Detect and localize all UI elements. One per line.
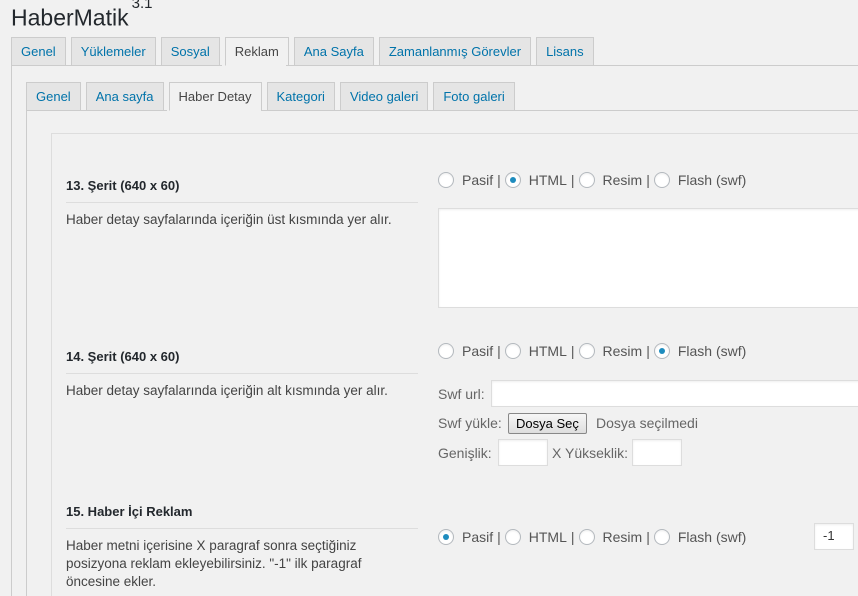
section-15-title: 15. Haber İçi Reklam bbox=[66, 504, 193, 519]
app-title: HaberMatik3.1 bbox=[11, 0, 152, 32]
section-15-description: Haber metni içerisine X paragraf sonra s… bbox=[66, 538, 362, 589]
sub-tab-kategori[interactable]: Kategori bbox=[266, 82, 335, 111]
main-tab-baseline-left bbox=[11, 65, 222, 66]
radio-separator: | bbox=[646, 343, 650, 359]
section-15-radio-group: Pasif | HTML | Resim | Flash (swf) bbox=[438, 529, 746, 545]
radio-label: Pasif bbox=[462, 529, 494, 545]
main-tab-bar: Genel Yüklemeler Sosyal Reklam Ana Sayfa… bbox=[11, 37, 599, 66]
section-13-description: Haber detay sayfalarında içeriğin üst kı… bbox=[66, 212, 392, 227]
section-14-radio-html[interactable]: HTML bbox=[504, 343, 567, 359]
radio-separator: | bbox=[646, 529, 650, 545]
radio-label: HTML bbox=[528, 172, 567, 188]
section-15-radio-html[interactable]: HTML bbox=[504, 529, 567, 545]
section-14-radio-flash[interactable]: Flash (swf) bbox=[653, 343, 747, 359]
radio-label: Resim bbox=[602, 529, 643, 545]
paragraph-number-input[interactable]: -1 bbox=[814, 523, 854, 550]
section-14-description: Haber detay sayfalarında içeriğin alt kı… bbox=[66, 383, 388, 398]
radio-label: Flash (swf) bbox=[677, 343, 747, 359]
radio-label: Resim bbox=[602, 343, 643, 359]
choose-file-button[interactable]: Dosya Seç bbox=[508, 413, 587, 434]
section-15-radio-pasif[interactable]: Pasif bbox=[438, 529, 493, 545]
radio-separator: | bbox=[497, 343, 501, 359]
section-13-radio-flash[interactable]: Flash (swf) bbox=[653, 172, 747, 188]
radio-dot[interactable] bbox=[653, 529, 670, 545]
sub-tab-genel[interactable]: Genel bbox=[26, 82, 81, 111]
main-tab-baseline-right bbox=[286, 65, 858, 66]
section-13-title: 13. Şerit (640 x 60) bbox=[66, 178, 180, 193]
sub-tab-baseline-left bbox=[26, 110, 167, 111]
main-tab-lisans[interactable]: Lisans bbox=[536, 37, 594, 66]
radio-dot[interactable] bbox=[578, 172, 595, 188]
sub-tab-bar: Genel Ana sayfa Haber Detay Kategori Vid… bbox=[26, 82, 520, 111]
app-version: 3.1 bbox=[131, 0, 153, 12]
width-label: Genişlik: bbox=[438, 445, 492, 461]
radio-separator: | bbox=[497, 172, 501, 188]
sub-tab-video-galeri[interactable]: Video galeri bbox=[339, 82, 429, 111]
radio-dot[interactable] bbox=[438, 343, 454, 359]
radio-separator: | bbox=[646, 172, 650, 188]
section-13-radio-pasif[interactable]: Pasif bbox=[438, 172, 493, 188]
radio-dot[interactable] bbox=[653, 172, 670, 188]
sub-tab-baseline-right bbox=[261, 110, 858, 111]
radio-separator: | bbox=[570, 529, 575, 545]
section-13-radio-resim[interactable]: Resim bbox=[578, 172, 643, 188]
section-13-html-textarea[interactable] bbox=[438, 208, 858, 308]
swf-url-input[interactable] bbox=[491, 380, 858, 407]
section-13-radio-group: Pasif | HTML | Resim | Flash (swf) bbox=[438, 172, 746, 188]
radio-label: Resim bbox=[602, 172, 643, 188]
section-13-divider bbox=[66, 202, 418, 203]
radio-dot[interactable] bbox=[504, 529, 521, 545]
section-15-radio-flash[interactable]: Flash (swf) bbox=[653, 529, 747, 545]
radio-dot-selected[interactable] bbox=[504, 172, 521, 188]
section-14-radio-resim[interactable]: Resim bbox=[578, 343, 643, 359]
radio-separator: | bbox=[570, 343, 575, 359]
sub-tab-foto-galeri[interactable]: Foto galeri bbox=[433, 82, 515, 111]
radio-separator: | bbox=[570, 172, 575, 188]
main-tab-yuklemeler[interactable]: Yüklemeler bbox=[70, 37, 156, 66]
app-name: HaberMatik bbox=[11, 4, 129, 31]
radio-dot[interactable] bbox=[438, 172, 454, 188]
swf-upload-label: Swf yükle: bbox=[438, 415, 502, 431]
sub-panel-border bbox=[26, 110, 27, 596]
main-tab-sosyal[interactable]: Sosyal bbox=[160, 37, 220, 66]
height-label: X Yükseklik: bbox=[552, 445, 628, 461]
section-14-title: 14. Şerit (640 x 60) bbox=[66, 349, 180, 364]
main-panel-border bbox=[11, 65, 12, 596]
section-14-radio-pasif[interactable]: Pasif bbox=[438, 343, 493, 359]
radio-label: Flash (swf) bbox=[677, 529, 747, 545]
section-15-divider bbox=[66, 528, 418, 529]
sub-tab-haber-detay[interactable]: Haber Detay bbox=[168, 82, 262, 111]
radio-separator: | bbox=[497, 529, 501, 545]
section-14-divider bbox=[66, 373, 418, 374]
main-tab-zamanlanmis-gorevler[interactable]: Zamanlanmış Görevler bbox=[378, 37, 532, 66]
section-13-radio-html[interactable]: HTML bbox=[504, 172, 567, 188]
radio-dot-selected[interactable] bbox=[438, 529, 454, 545]
radio-dot[interactable] bbox=[578, 343, 595, 359]
radio-label: Pasif bbox=[462, 343, 494, 359]
height-input[interactable] bbox=[632, 439, 682, 466]
section-14-radio-group: Pasif | HTML | Resim | Flash (swf) bbox=[438, 343, 746, 359]
file-status-text: Dosya seçilmedi bbox=[596, 415, 698, 431]
section-15-radio-resim[interactable]: Resim bbox=[578, 529, 643, 545]
main-tab-reklam[interactable]: Reklam bbox=[224, 37, 289, 66]
radio-dot[interactable] bbox=[504, 343, 521, 359]
radio-label: Pasif bbox=[462, 172, 494, 188]
radio-dot[interactable] bbox=[578, 529, 595, 545]
main-tab-genel[interactable]: Genel bbox=[11, 37, 66, 66]
radio-dot-selected[interactable] bbox=[653, 343, 670, 359]
swf-url-label: Swf url: bbox=[438, 386, 485, 402]
radio-label: Flash (swf) bbox=[677, 172, 747, 188]
radio-label: HTML bbox=[528, 529, 567, 545]
radio-label: HTML bbox=[528, 343, 567, 359]
sub-tab-ana-sayfa[interactable]: Ana sayfa bbox=[85, 82, 164, 111]
width-input[interactable] bbox=[498, 439, 548, 466]
main-tab-ana-sayfa[interactable]: Ana Sayfa bbox=[293, 37, 374, 66]
